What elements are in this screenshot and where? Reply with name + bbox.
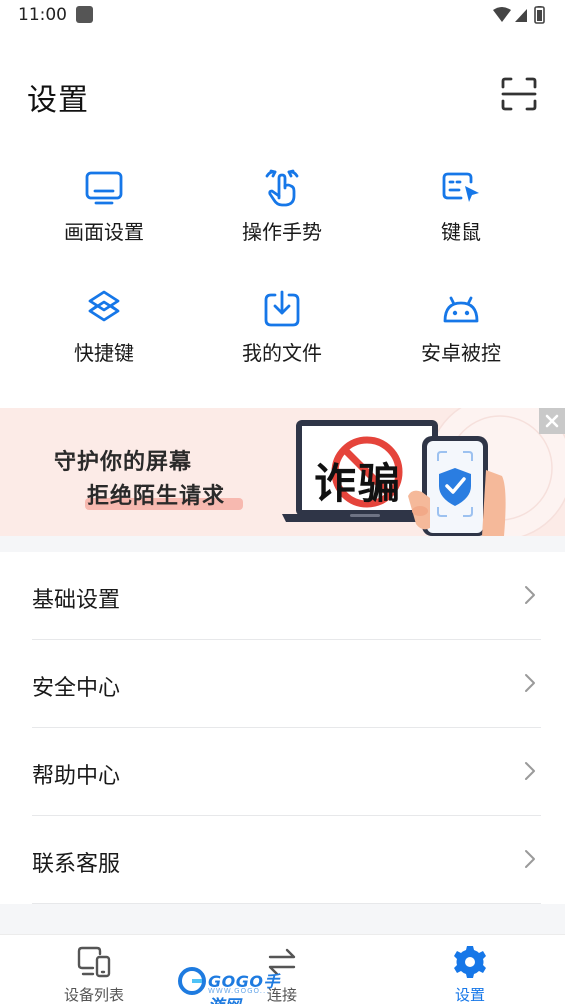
list-item-label: 安全中心: [32, 676, 121, 701]
watermark-subtext: WWW.GOGO...: [208, 987, 270, 995]
tab-device-list[interactable]: 设备列表: [0, 935, 188, 1004]
notification-icon: [76, 6, 93, 23]
watermark-logo: GOGO手游网 WWW.GOGO...: [178, 966, 290, 1004]
chevron-right-icon: [525, 674, 535, 692]
download-file-icon: [264, 290, 300, 327]
section-gap: [0, 904, 565, 934]
tab-label: 设置: [454, 986, 485, 1004]
close-icon[interactable]: [539, 408, 565, 434]
chevron-right-icon: [525, 850, 535, 868]
grid-item-display-settings[interactable]: 画面设置: [19, 168, 189, 268]
grid-item-label: 我的文件: [242, 341, 322, 365]
list-item-label: 联系客服: [32, 852, 121, 877]
grid-item-label: 画面设置: [64, 220, 144, 244]
status-bar: 11:00: [0, 0, 565, 32]
grid-item-label: 操作手势: [242, 220, 322, 244]
grid-item-gestures[interactable]: 操作手势: [197, 168, 367, 268]
monitor-icon: [85, 171, 123, 205]
list-item-label: 基础设置: [32, 588, 121, 613]
chevron-right-icon: [525, 762, 535, 780]
gear-icon: [454, 946, 486, 978]
watermark-logo-icon: [178, 967, 206, 995]
watermark-text: GOGO手游网: [208, 972, 280, 1004]
list-item-help-center[interactable]: 帮助中心: [0, 728, 565, 816]
android-icon: [443, 296, 479, 323]
grid-item-shortcuts[interactable]: 快捷键: [19, 289, 189, 389]
list-item-basic-settings[interactable]: 基础设置: [0, 552, 565, 640]
grid-item-my-files[interactable]: 我的文件: [197, 289, 367, 389]
status-time: 11:00: [18, 5, 67, 25]
settings-screen: 11:00 设置 画面设置 操作手势 键鼠 快捷键 我的文件 安卓被控 守护你的…: [0, 0, 565, 1004]
list-item-security-center[interactable]: 安全中心: [0, 640, 565, 728]
tab-label: 设备列表: [63, 986, 124, 1004]
page-title: 设置: [27, 83, 89, 118]
grid-item-android-controlled[interactable]: 安卓被控: [376, 289, 546, 389]
status-indicators-icon: [493, 6, 545, 24]
banner-line-1: 守护你的屏幕: [54, 450, 193, 475]
chevron-right-icon: [525, 586, 535, 604]
grid-item-label: 键鼠: [441, 220, 481, 244]
grid-item-label: 快捷键: [74, 341, 134, 365]
layers-shortcut-icon: [88, 290, 120, 322]
scan-icon[interactable]: [500, 76, 538, 112]
grid-item-keyboard-mouse[interactable]: 键鼠: [376, 168, 546, 268]
anti-fraud-banner[interactable]: 守护你的屏幕 拒绝陌生请求 诈骗: [0, 408, 565, 536]
tab-settings[interactable]: 设置: [376, 935, 564, 1004]
devices-icon: [77, 946, 111, 978]
banner-line-2: 拒绝陌生请求: [87, 484, 226, 509]
list-item-contact-support[interactable]: 联系客服: [0, 816, 565, 904]
list-item-label: 帮助中心: [32, 764, 121, 789]
section-gap: [0, 536, 565, 552]
keyboard-mouse-icon: [442, 172, 479, 202]
grid-item-label: 安卓被控: [421, 341, 501, 365]
hand-gesture-icon: [265, 169, 299, 207]
banner-laptop-text: 诈骗: [314, 459, 403, 508]
